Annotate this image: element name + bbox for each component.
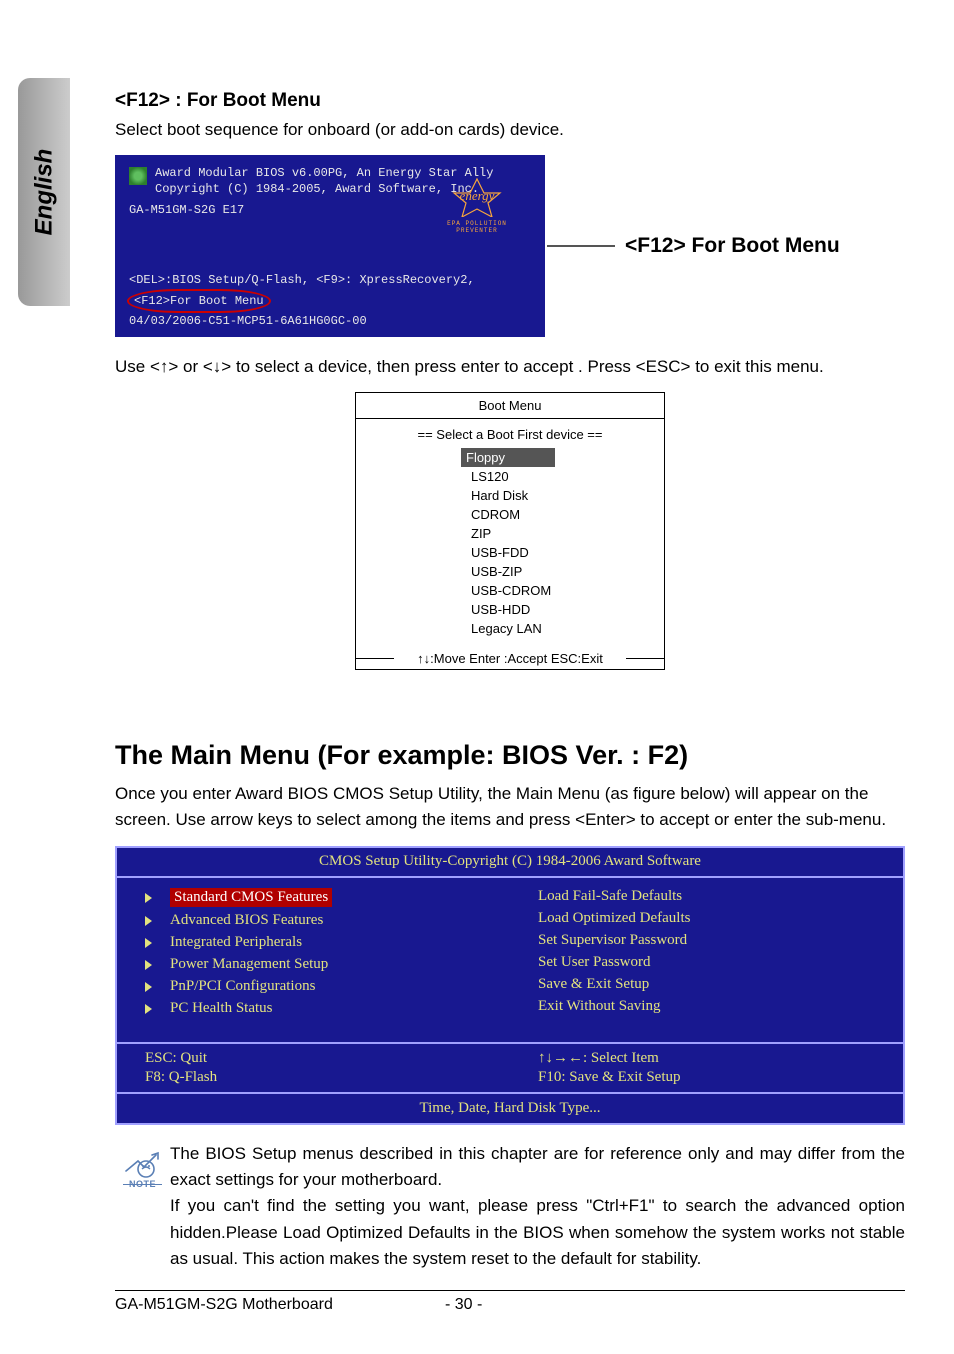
boot-menu-item: CDROM [466,505,525,524]
note-hand-icon [122,1145,164,1181]
boot-menu-item: Hard Disk [466,486,533,505]
boot-menu-list: FloppyLS120Hard DiskCDROMZIPUSB-FDDUSB-Z… [356,448,664,638]
boot-menu-item: Legacy LAN [466,619,547,638]
bios-post-wrap: Award Modular BIOS v6.00PG, An Energy St… [115,155,905,337]
cmos-menu-label: Exit Without Saving [538,998,660,1015]
triangle-icon [145,1004,152,1014]
cmos-footer: ESC: Quit F8: Q-Flash ↑↓→←: Select Item … [117,1044,903,1094]
cmos-menu-item: Load Optimized Defaults [538,908,883,930]
cmos-menu-label: Power Management Setup [170,956,328,973]
f12-callout-label: <F12> For Boot Menu [625,234,840,258]
boot-menu-item: Floppy [461,448,555,467]
cmos-menu-label: Set Supervisor Password [538,932,687,949]
footer-page-number: - 30 - [445,1296,482,1314]
page-footer: GA-M51GM-S2G Motherboard - 30 - [115,1290,905,1314]
bios-post-screenshot: Award Modular BIOS v6.00PG, An Energy St… [115,155,545,337]
boot-menu-item: USB-HDD [466,600,535,619]
cmos-menu-item: Standard CMOS Features [145,886,490,910]
section-f12-intro: Select boot sequence for onboard (or add… [115,120,905,140]
language-tab-label: English [30,149,58,236]
boot-menu-item: USB-ZIP [466,562,527,581]
cmos-menu-label: Load Optimized Defaults [538,910,690,927]
note-text: The BIOS Setup menus described in this c… [170,1141,905,1273]
note-icon-wrap: NOTE [115,1141,170,1273]
bios-post-date: 04/03/2006-C51-MCP51-6A61HG0GC-00 [129,313,531,329]
cmos-footer-esc: ESC: Quit [145,1049,510,1068]
triangle-icon [145,982,152,992]
callout-connector [547,245,615,247]
cmos-menu-label: PnP/PCI Configurations [170,978,315,995]
boot-menu-box: Boot Menu == Select a Boot First device … [355,392,665,670]
cmos-right-column: Load Fail-Safe Defaults Load Optimized De… [510,886,903,1020]
cmos-help-text: Time, Date, Hard Disk Type... [117,1094,903,1123]
cmos-menu-label: Load Fail-Safe Defaults [538,888,682,905]
bios-post-bottom-pre: <DEL>:BIOS Setup/Q-Flash, <F9>: XpressRe… [129,273,475,287]
cmos-footer-f10: F10: Save & Exit Setup [538,1068,903,1087]
boot-menu-subtitle: == Select a Boot First device == [356,427,664,442]
cmos-menu-item: PC Health Status [145,998,490,1020]
cmos-menu-label: Save & Exit Setup [538,976,649,993]
boot-menu-hint: ↑↓:Move Enter :Accept ESC:Exit [356,646,664,669]
triangle-icon [145,893,152,903]
energy-star-badge: energy EPA POLLUTION PREVENTER [427,177,527,234]
main-menu-heading: The Main Menu (For example: BIOS Ver. : … [115,740,905,771]
boot-menu-item: USB-CDROM [466,581,556,600]
cmos-menu-item: Advanced BIOS Features [145,910,490,932]
footer-rule [115,1290,905,1291]
boot-menu-item: ZIP [466,524,496,543]
cmos-title: CMOS Setup Utility-Copyright (C) 1984-20… [117,848,903,878]
cmos-left-column: Standard CMOS Features Advanced BIOS Feat… [117,886,510,1020]
triangle-icon [145,916,152,926]
cmos-footer-arrows: ↑↓→←: Select Item [538,1049,903,1068]
cmos-menu-item: Exit Without Saving [538,996,883,1018]
cmos-menu-item: Save & Exit Setup [538,974,883,996]
cmos-menu-item: Set User Password [538,952,883,974]
cmos-menu-item: Set Supervisor Password [538,930,883,952]
triangle-icon [145,960,152,970]
boot-menu-title: Boot Menu [356,393,664,419]
note-paragraph: The BIOS Setup menus described in this c… [170,1141,905,1194]
triangle-icon [145,938,152,948]
boot-menu-instruction: Use <↑> or <↓> to select a device, then … [115,357,905,377]
award-logo-icon [129,167,147,185]
language-tab: English [18,78,70,306]
note-label: NOTE [115,1179,170,1189]
cmos-menu-label: Standard CMOS Features [170,888,332,907]
cmos-menu-label: Advanced BIOS Features [170,912,323,929]
energy-star-subtitle: EPA POLLUTION PREVENTER [427,220,527,234]
energy-star-icon: energy [442,177,512,217]
section-f12-title: <F12> : For Boot Menu [115,90,905,112]
cmos-menu-item: Load Fail-Safe Defaults [538,886,883,908]
footer-board-name: GA-M51GM-S2G Motherboard [115,1296,445,1314]
cmos-menu-item: PnP/PCI Configurations [145,976,490,998]
note-paragraph: If you can't find the setting you want, … [170,1193,905,1272]
cmos-menu-label: Integrated Peripherals [170,934,302,951]
svg-text:energy: energy [460,188,495,203]
cmos-menu-label: PC Health Status [170,1000,273,1017]
boot-menu-item: LS120 [466,467,514,486]
cmos-menu-label: Set User Password [538,954,651,971]
note-block: NOTE The BIOS Setup menus described in t… [115,1141,905,1273]
cmos-footer-f8: F8: Q-Flash [145,1068,510,1087]
main-menu-intro: Once you enter Award BIOS CMOS Setup Uti… [115,781,905,834]
f12-highlight: <F12>For Boot Menu [127,289,271,313]
cmos-menu-item: Integrated Peripherals [145,932,490,954]
bios-post-footer: <DEL>:BIOS Setup/Q-Flash, <F9>: XpressRe… [129,272,531,329]
page-content: <F12> : For Boot Menu Select boot sequen… [115,90,905,1272]
cmos-setup-screenshot: CMOS Setup Utility-Copyright (C) 1984-20… [115,846,905,1125]
boot-menu-item: USB-FDD [466,543,534,562]
cmos-menu-item: Power Management Setup [145,954,490,976]
